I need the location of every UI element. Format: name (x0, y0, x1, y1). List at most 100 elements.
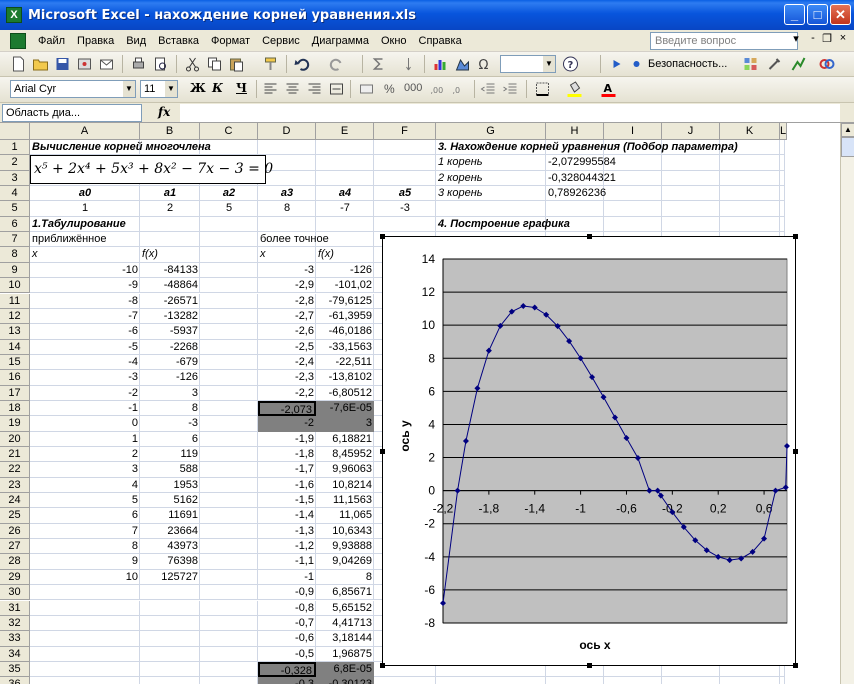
grid-cell[interactable] (30, 600, 140, 616)
chart-resize-handle[interactable] (587, 663, 592, 668)
coarse-x-cell[interactable]: -1 (30, 401, 140, 416)
grid-cell[interactable] (200, 493, 258, 509)
approx-label[interactable]: приближённое (30, 232, 200, 247)
coef-label[interactable]: a0 (30, 186, 140, 201)
close-button[interactable]: ✕ (830, 4, 851, 25)
fine-x-cell[interactable]: -1,3 (258, 524, 316, 539)
column-header-l[interactable]: L (780, 123, 788, 140)
formula-input[interactable] (180, 104, 840, 122)
chart-resize-handle[interactable] (380, 663, 385, 668)
grid-cell[interactable] (200, 646, 258, 662)
fine-fx-cell[interactable]: 11,1563 (316, 493, 374, 508)
fine-fx-cell[interactable]: 5,65152 (316, 601, 374, 616)
root-value[interactable]: -2,072995584 (546, 155, 616, 170)
grid-cell[interactable] (200, 308, 258, 325)
sort-icon[interactable] (404, 56, 421, 72)
merge-center-icon[interactable] (328, 81, 345, 97)
borders-icon[interactable] (534, 81, 551, 97)
column-header-i[interactable]: I (604, 123, 662, 140)
coarse-x-cell[interactable]: -7 (30, 309, 140, 324)
fine-x-cell[interactable]: -1,8 (258, 447, 316, 462)
fine-fx-cell[interactable]: 10,8214 (316, 478, 374, 493)
coarse-x-cell[interactable]: -6 (30, 324, 140, 339)
fine-fx-cell[interactable]: 4,41713 (316, 616, 374, 631)
row-header[interactable]: 20 (0, 431, 30, 447)
grid-cell[interactable] (604, 201, 662, 217)
row-header[interactable]: 27 (0, 539, 30, 555)
coarse-fx-cell[interactable]: 1953 (140, 478, 200, 493)
coarse-x-cell[interactable]: -2 (30, 386, 140, 401)
grid-cell[interactable] (720, 201, 780, 217)
doc-minimize-button[interactable]: - (806, 32, 820, 44)
fine-x-cell[interactable]: -0,7 (258, 616, 316, 631)
coarse-fx-cell[interactable]: 119 (140, 447, 200, 462)
x-header-fine[interactable]: x (258, 247, 316, 262)
fine-fx-cell[interactable]: 9,04269 (316, 554, 374, 569)
coarse-x-cell[interactable]: 8 (30, 539, 140, 554)
column-header-a[interactable]: A (30, 123, 140, 140)
precise-label[interactable]: более точное (258, 232, 374, 247)
grid-cell[interactable] (200, 677, 258, 684)
grid-cell[interactable] (30, 677, 140, 684)
grid-cell[interactable] (200, 539, 258, 555)
fine-fx-cell[interactable]: 11,065 (316, 508, 374, 523)
row-header[interactable]: 10 (0, 278, 30, 294)
decrease-indent-icon[interactable] (480, 81, 497, 97)
row-header[interactable]: 30 (0, 585, 30, 601)
row-header[interactable]: 18 (0, 400, 30, 417)
print-preview-icon[interactable] (152, 56, 169, 72)
coarse-fx-cell[interactable]: 11691 (140, 508, 200, 523)
doc-restore-button[interactable]: ❐ (820, 32, 834, 45)
grid-cell[interactable] (200, 569, 258, 586)
fine-fx-cell[interactable]: -79,6125 (316, 294, 374, 309)
permission-icon[interactable] (76, 56, 93, 72)
fine-fx-cell[interactable]: 6,8E-05 (316, 661, 374, 678)
coef-value[interactable]: -3 (374, 201, 436, 216)
coef-value[interactable]: -7 (316, 201, 374, 216)
coarse-x-cell[interactable]: 0 (30, 416, 140, 431)
coarse-x-cell[interactable]: -3 (30, 370, 140, 385)
fine-x-cell[interactable]: -1,7 (258, 462, 316, 477)
paste-icon[interactable] (228, 56, 245, 72)
coarse-fx-cell[interactable]: 6 (140, 432, 200, 447)
row-header[interactable]: 14 (0, 339, 30, 355)
row-header[interactable]: 33 (0, 631, 30, 647)
grid-cell[interactable] (720, 170, 780, 187)
fine-fx-cell[interactable]: -6,80512 (316, 386, 374, 401)
grid-cell[interactable] (780, 677, 785, 684)
underline-button[interactable]: Ч (236, 81, 247, 95)
grid-cell[interactable] (374, 140, 436, 156)
fine-fx-cell[interactable]: 9,93888 (316, 539, 374, 554)
menu-edit[interactable]: Правка (71, 35, 120, 47)
grid-cell[interactable] (200, 431, 258, 447)
grid-cell[interactable] (30, 615, 140, 632)
row-header[interactable]: 34 (0, 646, 30, 662)
fine-fx-cell[interactable]: -0,30123 (316, 677, 374, 684)
row-header[interactable]: 31 (0, 600, 30, 616)
row-header[interactable]: 36 (0, 677, 30, 684)
open-folder-icon[interactable] (32, 56, 49, 72)
root-label[interactable]: 1 корень (436, 155, 546, 170)
grid-cell[interactable] (720, 155, 780, 171)
insert-function-button[interactable]: fx (158, 105, 170, 119)
chart-resize-handle[interactable] (793, 234, 798, 239)
undo-icon[interactable] (294, 56, 311, 72)
fine-x-cell[interactable]: -0,6 (258, 631, 316, 646)
grid-cell[interactable] (200, 400, 258, 417)
excel-app-icon[interactable]: X (6, 7, 22, 23)
vertical-scrollbar[interactable]: ▲ (840, 123, 854, 684)
tools-icon[interactable] (766, 56, 783, 72)
row-header[interactable]: 24 (0, 493, 30, 509)
fine-x-cell[interactable]: -2,9 (258, 278, 316, 293)
grid-cell[interactable] (546, 201, 604, 217)
row-header[interactable]: 2 (0, 155, 30, 171)
minimize-button[interactable]: _ (784, 4, 805, 25)
fx-header-fine[interactable]: f(x) (316, 247, 374, 262)
grid-cell[interactable] (436, 201, 546, 217)
grid-cell[interactable] (200, 385, 258, 401)
row-header[interactable]: 19 (0, 416, 30, 432)
grid-cell[interactable] (200, 354, 258, 371)
grid-cell[interactable] (662, 186, 720, 202)
coarse-x-cell[interactable]: 1 (30, 432, 140, 447)
row-header[interactable]: 5 (0, 201, 30, 217)
